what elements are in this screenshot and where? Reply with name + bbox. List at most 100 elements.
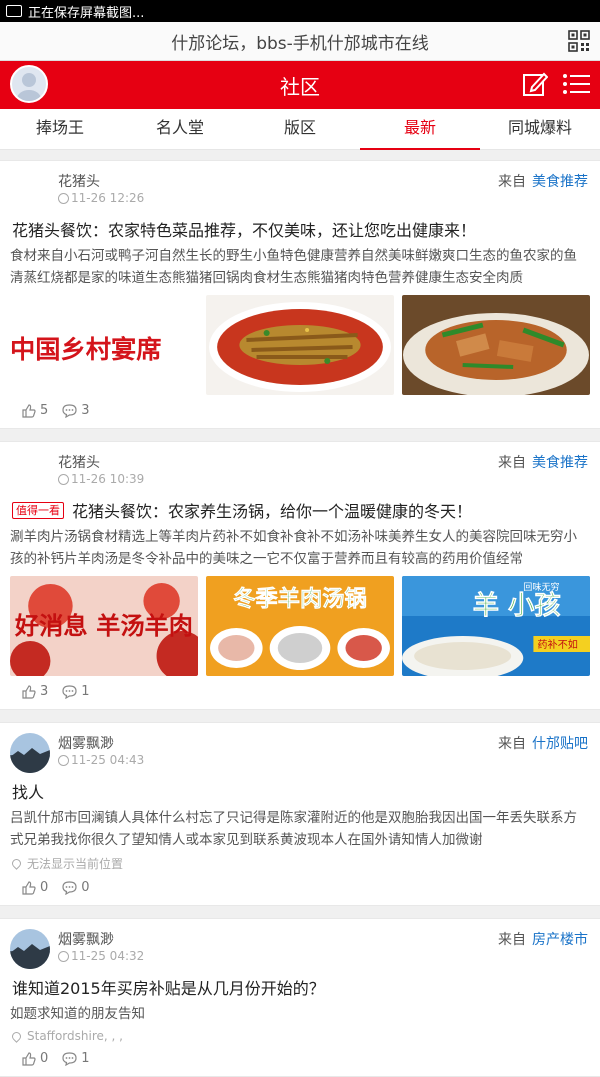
author-avatar[interactable] xyxy=(10,171,50,211)
menu-icon[interactable] xyxy=(562,72,590,96)
mutton-hotpot-image: 冬季羊肉汤锅 xyxy=(206,576,394,676)
author-name[interactable]: 烟雾飘渺 xyxy=(58,929,114,949)
recommend-badge: 值得一看 xyxy=(12,501,64,519)
post-time: 11-25 04:43 xyxy=(58,753,144,767)
screenshot-icon xyxy=(6,5,22,17)
post-time-text: 11-25 04:43 xyxy=(71,753,145,767)
post-source: 来自 房产楼市 xyxy=(498,929,588,949)
post-excerpt: 涮羊肉片汤锅食材精选上等羊肉片药补不如食补食补不如汤补味美养生女人的美容院回味无… xyxy=(10,529,577,567)
pork-dish-image xyxy=(402,295,590,395)
post-card[interactable]: 烟雾飘渺 11-25 04:43 来自 什邡贴吧 找人 吕凯什邡市回澜镇人具体什么… xyxy=(0,722,600,906)
like-button[interactable]: 3 xyxy=(22,684,48,699)
post-excerpt: 食材来自小石河或鸭子河自然生长的野生小鱼特色健康营养自然美味鲜嫩爽口生态的鱼农家… xyxy=(10,248,577,286)
compose-icon[interactable] xyxy=(522,71,548,97)
post-source: 来自 什邡贴吧 xyxy=(498,733,588,753)
browser-title-bar: 什邡论坛，bbs-手机什邡城市在线 xyxy=(0,22,600,61)
post-meta: 烟雾飘渺 11-25 04:43 来自 什邡贴吧 xyxy=(0,731,600,775)
comment-icon xyxy=(62,880,77,895)
like-button[interactable]: 5 xyxy=(22,403,48,418)
author-avatar[interactable] xyxy=(10,929,50,969)
post-card[interactable]: 烟雾飘渺 11-25 04:32 来自 房产楼市 谁知道2015年买房补贴是从几月… xyxy=(0,918,600,1077)
post-source: 来自 美食推荐 xyxy=(498,171,588,191)
post-image[interactable]: 羊 小孩 回味无穷 药补不如 xyxy=(402,576,590,676)
clock-icon xyxy=(58,950,69,962)
source-label: 来自 xyxy=(498,174,526,190)
poster-text: 好消息 羊汤羊肉 xyxy=(14,612,193,640)
post-card[interactable]: 花猪头 11-26 12:26 来自 美食推荐 花猪头餐饮：农家特色菜品推荐，不仅… xyxy=(0,160,600,429)
post-actions: 0 0 xyxy=(0,872,600,899)
landscape-avatar-image xyxy=(10,929,50,969)
comment-count: 1 xyxy=(81,1051,90,1066)
author-name[interactable]: 花猪头 xyxy=(58,452,100,472)
poster-subtext: 药补不如 xyxy=(537,638,577,651)
clock-icon xyxy=(58,192,69,204)
author-avatar[interactable] xyxy=(10,733,50,773)
post-time: 11-25 04:32 xyxy=(58,949,144,963)
category-link[interactable]: 美食推荐 xyxy=(532,174,588,190)
comment-count: 1 xyxy=(81,684,90,699)
comment-button[interactable]: 0 xyxy=(62,880,90,895)
tab-local-news[interactable]: 同城爆料 xyxy=(480,109,600,149)
comment-icon xyxy=(62,403,77,418)
tab-banqu[interactable]: 版区 xyxy=(240,109,360,149)
source-label: 来自 xyxy=(498,736,526,752)
like-button[interactable]: 0 xyxy=(22,1051,48,1066)
qr-code-icon[interactable] xyxy=(568,30,590,52)
post-source: 来自 美食推荐 xyxy=(498,452,588,472)
landscape-avatar-image xyxy=(10,733,50,773)
post-actions: 0 1 xyxy=(0,1043,600,1070)
comment-icon xyxy=(62,1051,77,1066)
author-name[interactable]: 花猪头 xyxy=(58,171,100,191)
lamb-soup-poster-image: 好消息 羊汤羊肉 xyxy=(10,576,198,676)
thumbs-up-icon xyxy=(22,403,36,418)
post-image[interactable]: 好消息 羊汤羊肉 xyxy=(10,576,198,676)
post-title-text: 谁知道2015年买房补贴是从几月份开始的？ xyxy=(12,979,325,998)
post-image[interactable]: 中国乡村宴席 xyxy=(10,295,198,395)
category-link[interactable]: 什邡贴吧 xyxy=(532,736,588,752)
post-title[interactable]: 谁知道2015年买房补贴是从几月份开始的？ xyxy=(0,971,600,999)
poster-text: 羊 小孩 xyxy=(473,590,561,621)
post-image[interactable] xyxy=(206,295,394,395)
source-label: 来自 xyxy=(498,455,526,471)
post-time: 11-26 12:26 xyxy=(58,191,144,205)
author-name[interactable]: 烟雾飘渺 xyxy=(58,733,114,753)
post-title[interactable]: 找人 xyxy=(0,775,600,803)
post-title[interactable]: 值得一看 花猪头餐饮：农家养生汤锅，给你一个温暖健康的冬天！ xyxy=(0,494,600,522)
comment-button[interactable]: 1 xyxy=(62,684,90,699)
post-feed: 花猪头 11-26 12:26 来自 美食推荐 花猪头餐饮：农家特色菜品推荐，不仅… xyxy=(0,150,600,1077)
location-pin-icon xyxy=(10,1029,23,1043)
post-meta: 烟雾飘渺 11-25 04:32 来自 房产楼市 xyxy=(0,927,600,971)
post-time-text: 11-26 12:26 xyxy=(71,191,145,205)
location-text: Staffordshire, , , xyxy=(27,1029,123,1043)
like-button[interactable]: 0 xyxy=(22,880,48,895)
post-image[interactable]: 冬季羊肉汤锅 xyxy=(206,576,394,676)
category-link[interactable]: 美食推荐 xyxy=(532,455,588,471)
app-header: 社区 xyxy=(0,61,600,109)
post-title-text: 花猪头餐饮：农家养生汤锅，给你一个温暖健康的冬天！ xyxy=(72,502,473,521)
tab-latest[interactable]: 最新 xyxy=(360,109,480,150)
post-meta: 花猪头 11-26 12:26 来自 美食推荐 xyxy=(0,169,600,213)
user-avatar[interactable] xyxy=(10,65,48,103)
post-time-text: 11-25 04:32 xyxy=(71,949,145,963)
like-count: 5 xyxy=(40,403,49,418)
tab-pengchangwang[interactable]: 捧场王 xyxy=(0,109,120,149)
lamb-soup-bowl-image: 羊 小孩 回味无穷 药补不如 xyxy=(402,576,590,676)
tab-bar: 捧场王 名人堂 版区 最新 同城爆料 xyxy=(0,109,600,150)
comment-button[interactable]: 1 xyxy=(62,1051,90,1066)
comment-count: 3 xyxy=(81,403,90,418)
comment-count: 0 xyxy=(81,880,90,895)
user-icon xyxy=(17,73,41,101)
thumbs-up-icon xyxy=(22,1051,36,1066)
post-title[interactable]: 花猪头餐饮：农家特色菜品推荐，不仅美味，还让您吃出健康来！ xyxy=(0,213,600,241)
clock-icon xyxy=(58,754,69,766)
location-text: 无法显示当前位置 xyxy=(27,857,124,871)
banner-text: 中国乡村宴席 xyxy=(10,335,162,364)
author-avatar[interactable] xyxy=(10,452,50,492)
post-excerpt: 吕凯什邡市回澜镇人具体什么村忘了只记得是陈家灌附近的他是双胞胎我因出国一年丢失联… xyxy=(10,810,577,848)
tab-mingrentang[interactable]: 名人堂 xyxy=(120,109,240,149)
post-images: 好消息 羊汤羊肉 冬季羊肉汤锅 羊 小孩 回味无穷 药补不如 xyxy=(0,570,600,676)
category-link[interactable]: 房产楼市 xyxy=(532,932,588,948)
post-image[interactable] xyxy=(402,295,590,395)
comment-button[interactable]: 3 xyxy=(62,403,90,418)
post-card[interactable]: 花猪头 11-26 10:39 来自 美食推荐 值得一看 花猪头餐饮：农家养生汤锅，… xyxy=(0,441,600,710)
